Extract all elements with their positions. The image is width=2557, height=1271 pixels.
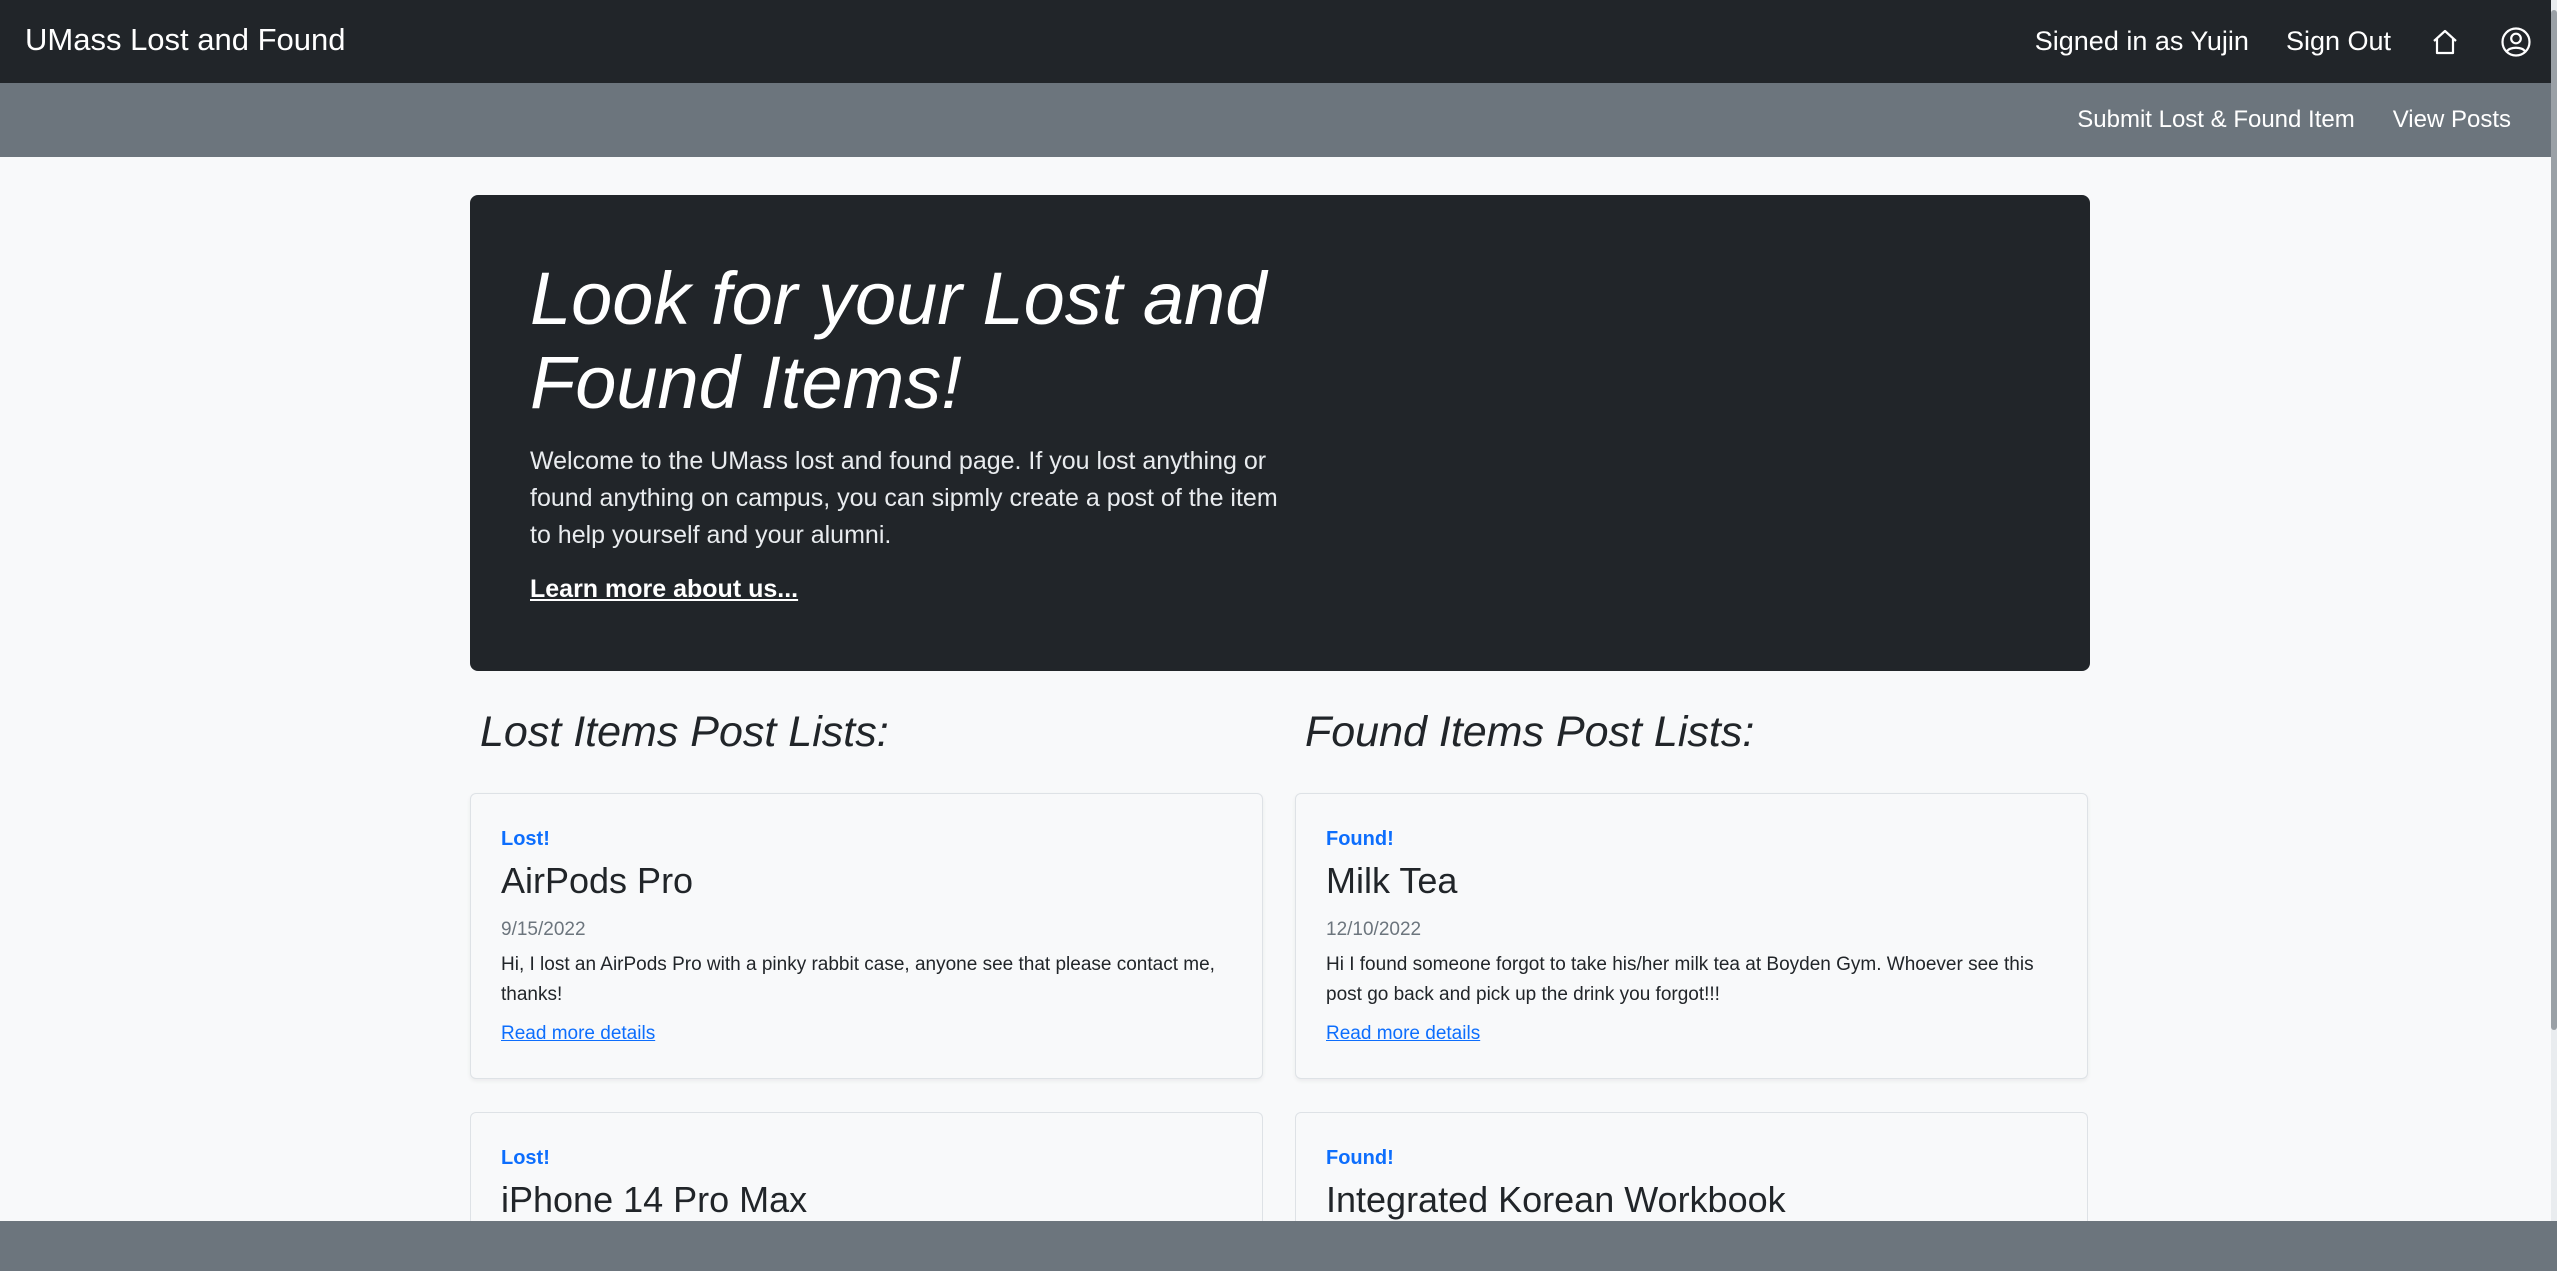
lost-items-heading: Lost Items Post Lists: (480, 708, 889, 756)
signed-in-label[interactable]: Signed in as Yujin (2035, 26, 2249, 57)
user-circle-icon[interactable] (2499, 25, 2533, 59)
found-items-heading: Found Items Post Lists: (1305, 708, 1755, 756)
found-post-card: Found! Integrated Korean Workbook (1295, 1112, 2088, 1232)
sign-out-link[interactable]: Sign Out (2286, 26, 2391, 57)
top-right-nav: Signed in as Yujin Sign Out (1998, 0, 2533, 83)
post-description: Hi, I lost an AirPods Pro with a pinky r… (501, 954, 1215, 1005)
found-tag: Found! (1326, 828, 1394, 850)
hero-title: Look for your Lost and Found Items! (530, 257, 1267, 424)
page-scrollbar[interactable] (2551, 0, 2557, 1221)
post-date: 9/15/2022 (501, 919, 586, 940)
found-tag: Found! (1326, 1147, 1394, 1169)
found-post-card: Found! Milk Tea 12/10/2022 Hi I found so… (1295, 793, 2088, 1079)
page-footer (0, 1221, 2557, 1271)
post-date: 12/10/2022 (1326, 919, 1422, 940)
sub-navbar: Submit Lost & Found Item View Posts (0, 83, 2557, 157)
view-posts-link[interactable]: View Posts (2393, 106, 2511, 134)
top-navbar: UMass Lost and Found Signed in as Yujin … (0, 0, 2557, 83)
lost-post-card: Lost! iPhone 14 Pro Max (470, 1112, 1263, 1232)
lost-tag: Lost! (501, 828, 550, 850)
scrollbar-thumb[interactable] (2551, 10, 2557, 1030)
post-title: iPhone 14 Pro Max (501, 1179, 808, 1220)
hero-jumbotron: Look for your Lost and Found Items! Welc… (470, 195, 2090, 671)
sub-nav-links: Submit Lost & Found Item View Posts (2039, 83, 2511, 157)
post-title: Milk Tea (1326, 860, 1458, 901)
brand-title[interactable]: UMass Lost and Found (25, 22, 346, 58)
lost-post-card: Lost! AirPods Pro 9/15/2022 Hi, I lost a… (470, 793, 1263, 1079)
read-more-link[interactable]: Read more details (1326, 1023, 1480, 1045)
hero-description: Welcome to the UMass lost and found page… (530, 447, 1278, 549)
lost-tag: Lost! (501, 1147, 550, 1169)
learn-more-link[interactable]: Learn more about us... (530, 575, 798, 604)
post-description: Hi I found someone forgot to take his/he… (1326, 954, 2034, 1005)
home-icon[interactable] (2428, 25, 2462, 59)
submit-item-link[interactable]: Submit Lost & Found Item (2077, 106, 2354, 134)
post-title: Integrated Korean Workbook (1326, 1179, 1786, 1220)
post-title: AirPods Pro (501, 860, 694, 901)
read-more-link[interactable]: Read more details (501, 1023, 655, 1045)
